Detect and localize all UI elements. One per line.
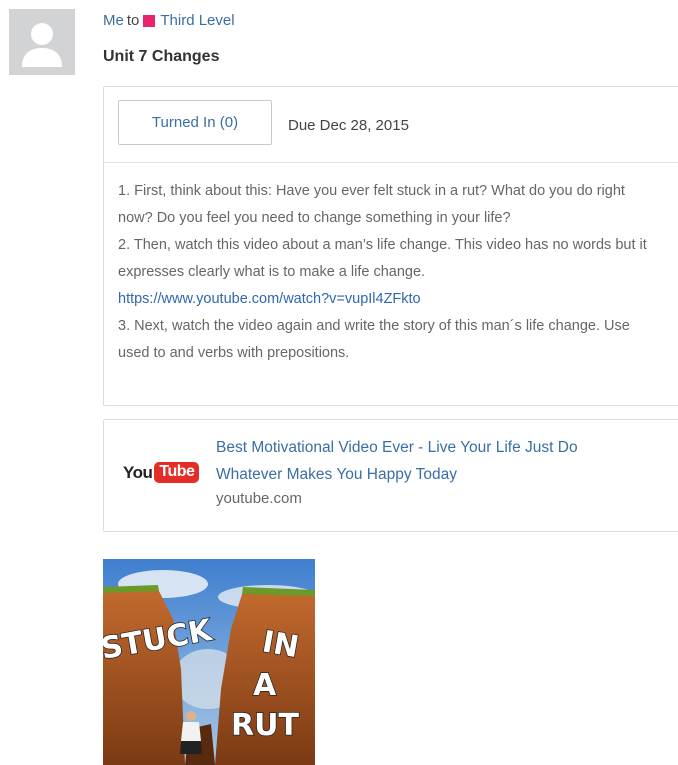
post-byline: Me to Third Level	[103, 12, 235, 29]
link-preview-title[interactable]: Best Motivational Video Ever - Live Your…	[216, 434, 636, 488]
link-preview-domain: youtube.com	[216, 490, 302, 507]
youtube-logo-tube: Tube	[154, 462, 200, 483]
youtube-logo-you: You	[123, 462, 153, 482]
avatar[interactable]	[9, 9, 75, 75]
user-silhouette-icon	[22, 23, 62, 67]
instruction-line: 1. First, think about this: Have you eve…	[118, 183, 625, 226]
image-caption-word: A	[253, 668, 277, 703]
assignment-header: Turned In (0) Due Dec 28, 2015	[104, 87, 678, 163]
image-caption-word: IN	[260, 624, 302, 665]
video-url-link[interactable]: https://www.youtube.com/watch?v=vupIl4ZF…	[118, 291, 421, 307]
image-caption-word: RUT	[231, 708, 299, 743]
group-link[interactable]: Third Level	[160, 12, 234, 29]
assignment-card: Turned In (0) Due Dec 28, 2015 1. First,…	[103, 86, 678, 406]
turned-in-button[interactable]: Turned In (0)	[118, 100, 272, 145]
assignment-description: 1. First, think about this: Have you eve…	[104, 163, 677, 367]
assignment-title: Unit 7 Changes	[103, 48, 220, 65]
instruction-line: 2. Then, watch this video about a man’s …	[118, 237, 647, 280]
group-color-icon	[143, 14, 156, 27]
to-label: to	[126, 12, 140, 29]
link-preview-card[interactable]: You Tube Best Motivational Video Ever - …	[103, 419, 678, 532]
due-date: Due Dec 28, 2015	[288, 117, 409, 134]
author-link[interactable]: Me	[103, 12, 124, 29]
instruction-line: 3. Next, watch the video again and write…	[118, 318, 630, 361]
attachment-image[interactable]: STUCK IN A RUT	[103, 559, 315, 765]
youtube-logo-icon: You Tube	[123, 462, 200, 483]
